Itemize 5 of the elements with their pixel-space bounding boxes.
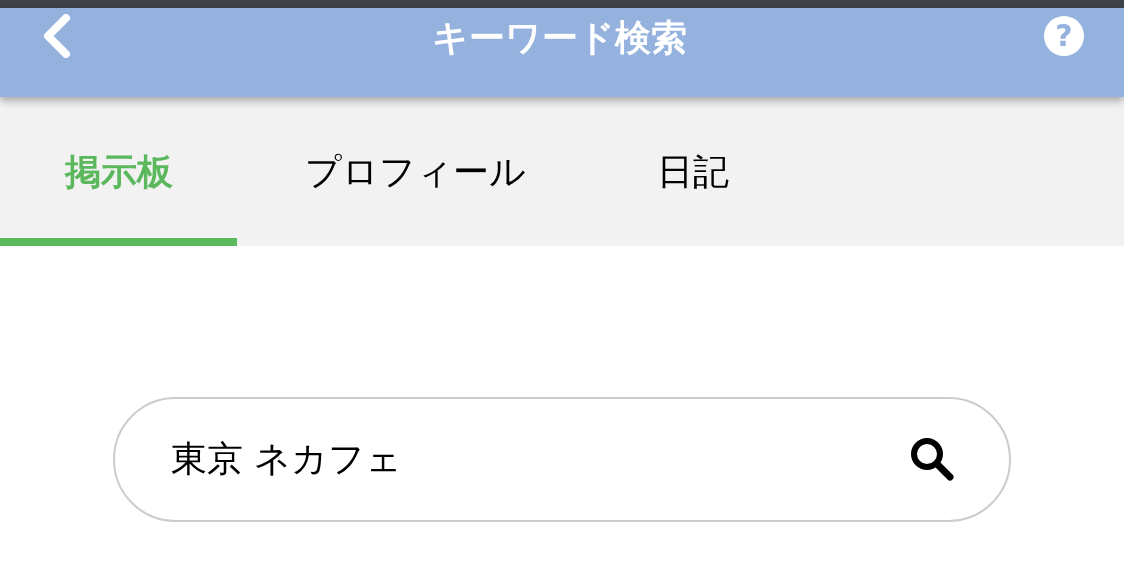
tab[interactable]: 日記 bbox=[593, 97, 793, 246]
page-title: キーワード検索 bbox=[431, 15, 687, 60]
search-icon bbox=[909, 436, 955, 482]
search-field[interactable]: 東京 ネカフェ bbox=[113, 397, 1011, 522]
tab[interactable]: プロフィール bbox=[237, 97, 593, 246]
